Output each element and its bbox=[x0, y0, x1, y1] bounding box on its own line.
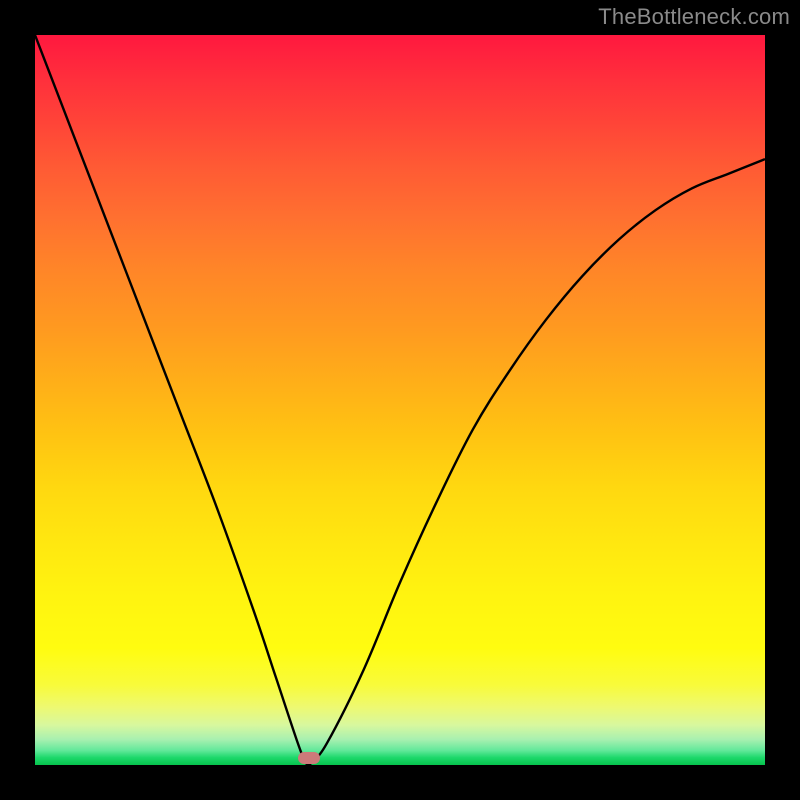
plot-area bbox=[35, 35, 765, 765]
bottleneck-curve bbox=[35, 35, 765, 765]
curve-line bbox=[35, 35, 765, 765]
watermark-text: TheBottleneck.com bbox=[598, 4, 790, 30]
minimum-marker bbox=[298, 752, 320, 764]
